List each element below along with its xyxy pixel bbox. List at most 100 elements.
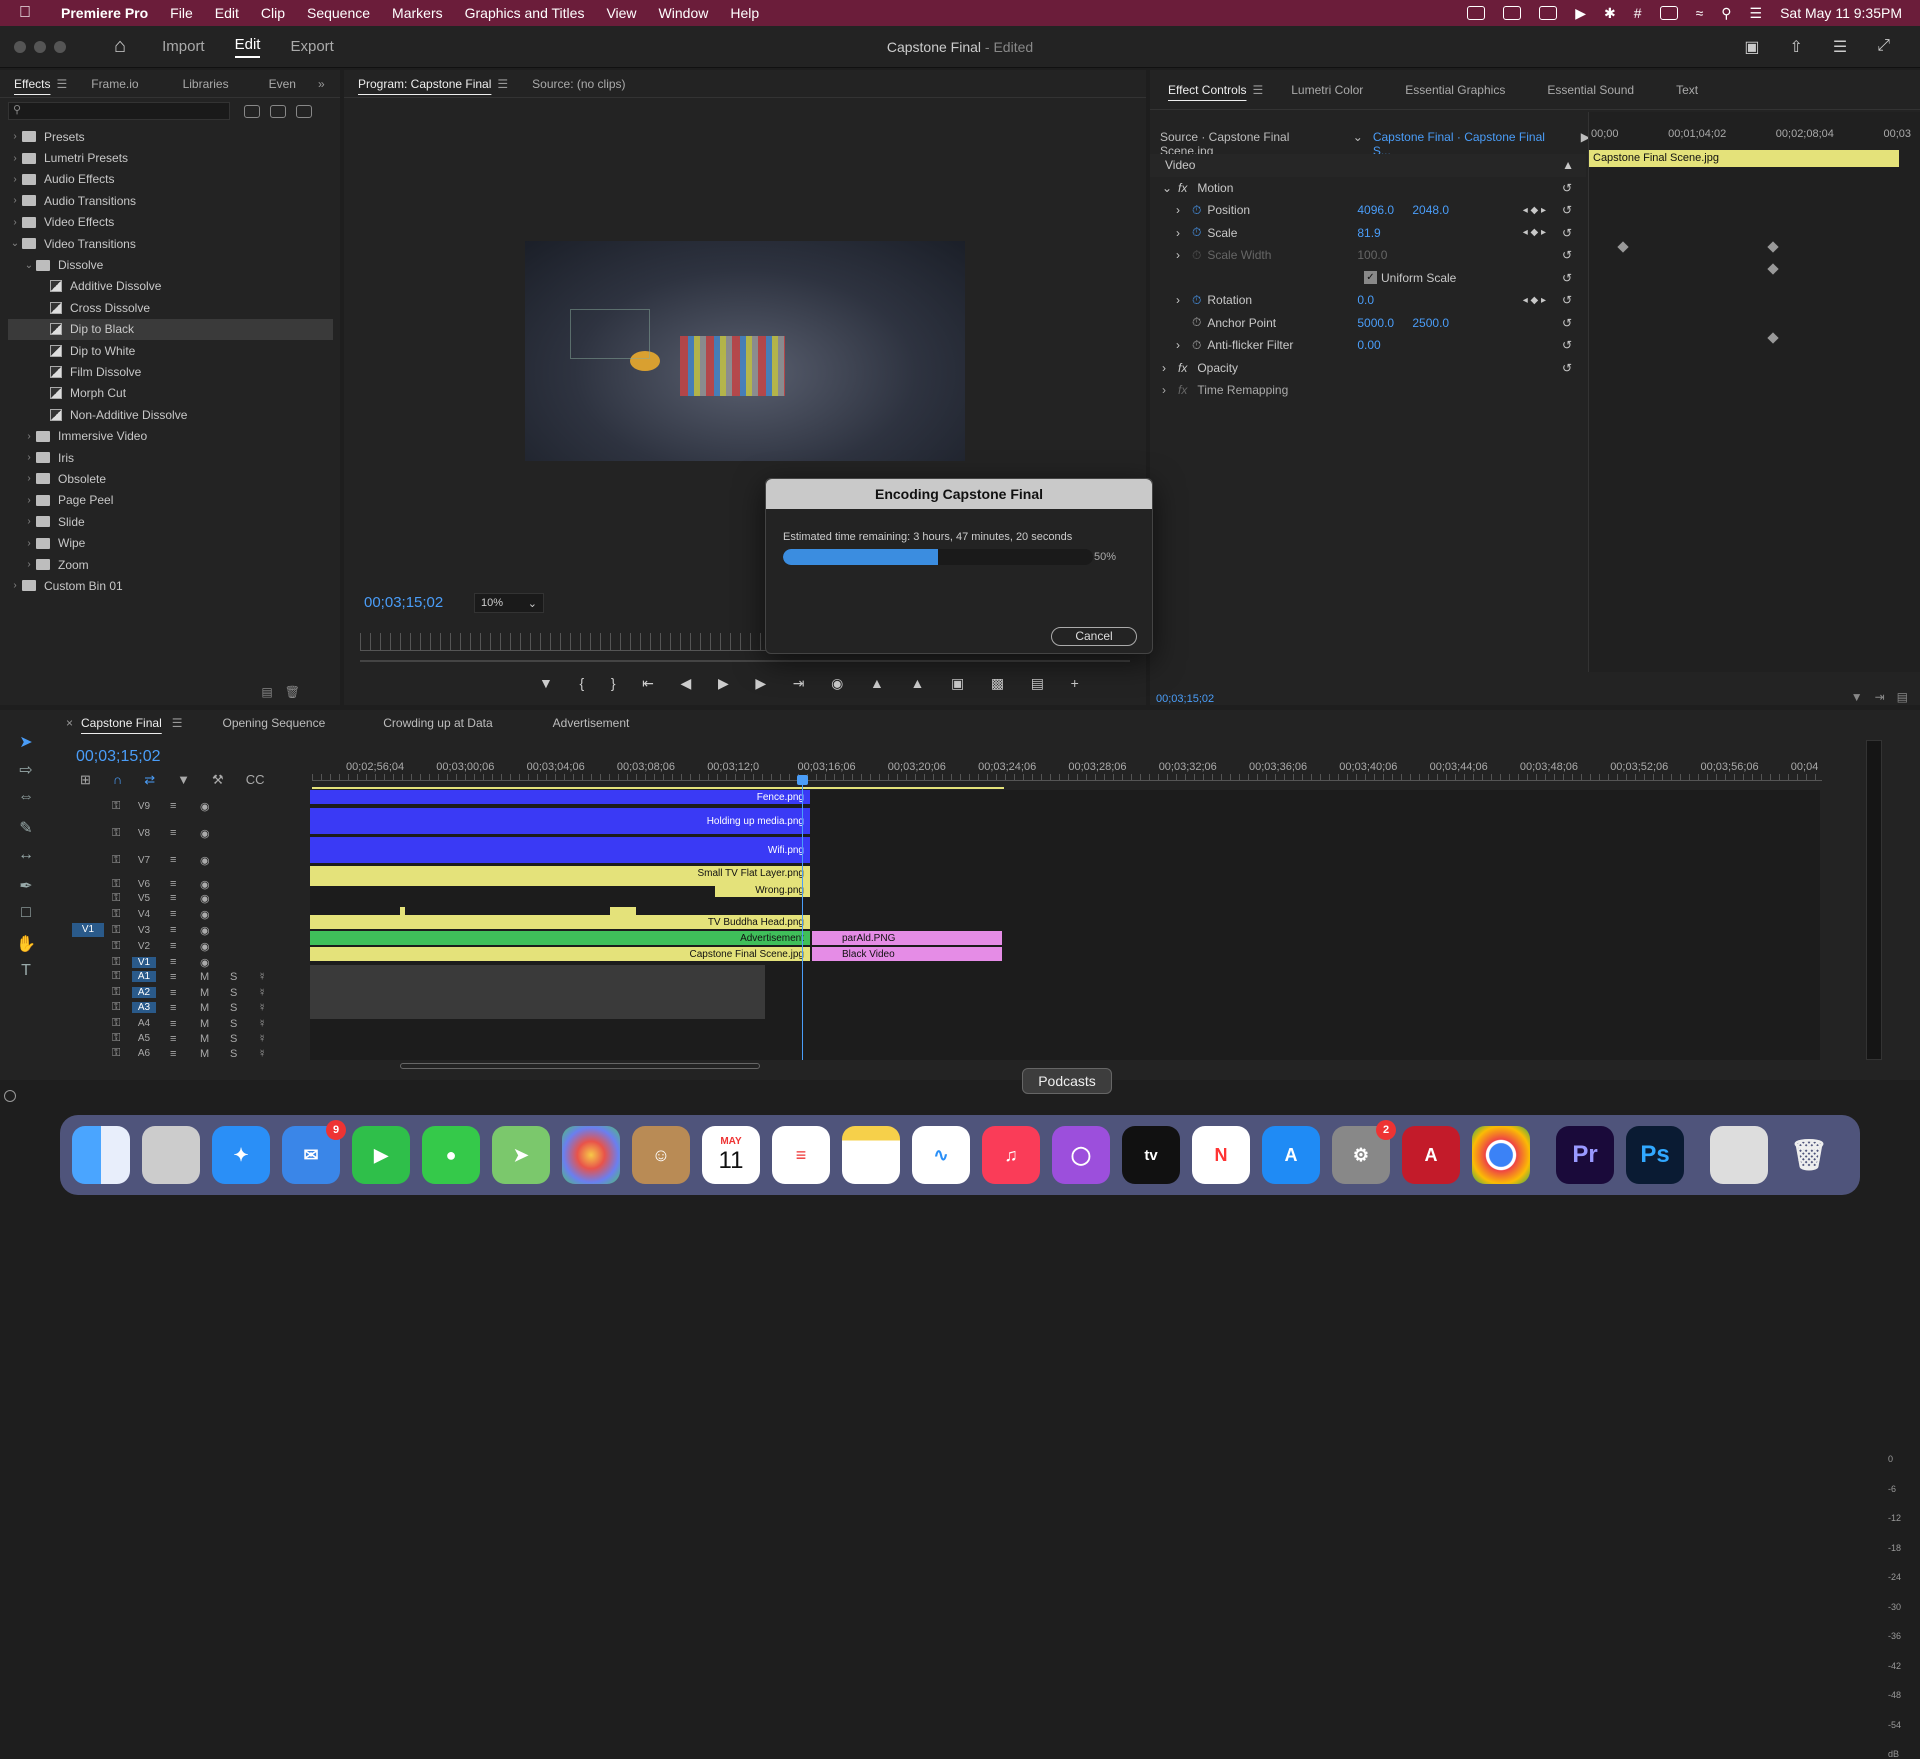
- track-name[interactable]: A5: [132, 1033, 156, 1044]
- creative-cloud-icon[interactable]: [1467, 6, 1486, 20]
- lock-icon[interactable]: ⚿: [112, 800, 132, 813]
- chevron-right-icon[interactable]: ›: [22, 495, 36, 506]
- chevron-right-icon[interactable]: ›: [22, 452, 36, 463]
- mark-in-icon[interactable]: {: [580, 675, 585, 692]
- chevron-right-icon[interactable]: ›: [1176, 293, 1192, 307]
- keyframe-icon[interactable]: [1767, 263, 1779, 275]
- tree-item[interactable]: › Audio Transitions: [8, 190, 333, 211]
- insert-nest-icon[interactable]: ⊞: [80, 772, 91, 788]
- lock-icon[interactable]: ⚿: [112, 956, 132, 969]
- panel-menu-icon[interactable]: ☰: [1252, 83, 1263, 97]
- sync-lock-icon[interactable]: ≡: [170, 892, 200, 904]
- track-select-tool-icon[interactable]: ⇨: [14, 760, 38, 782]
- messages-icon[interactable]: ●: [422, 1126, 480, 1184]
- chevron-right-icon[interactable]: ›: [22, 473, 36, 484]
- linked-selection-icon[interactable]: ⇄: [144, 772, 155, 788]
- tree-item[interactable]: Additive Dissolve: [8, 276, 333, 297]
- sync-lock-icon[interactable]: ≡: [170, 1018, 200, 1030]
- track-name[interactable]: A6: [132, 1048, 156, 1059]
- minimize-window-button[interactable]: [34, 40, 46, 53]
- lock-icon[interactable]: ⚿: [112, 940, 132, 953]
- stopwatch-icon[interactable]: ⏱: [1192, 293, 1201, 308]
- microphone-icon[interactable]: ☿: [258, 971, 266, 983]
- eye-icon[interactable]: ◉: [200, 956, 210, 969]
- menu-help[interactable]: Help: [719, 5, 770, 21]
- tab-crowding-up[interactable]: Crowding up at Data: [383, 716, 492, 730]
- timeline-clip-segment[interactable]: [310, 880, 810, 886]
- uniform-scale-checkbox[interactable]: ✓: [1364, 271, 1377, 285]
- keyframe-icon[interactable]: [1767, 241, 1779, 253]
- stopwatch-icon[interactable]: ⏱: [1192, 225, 1201, 240]
- chevron-right-icon[interactable]: ›: [1176, 203, 1192, 217]
- track-name[interactable]: V8: [132, 828, 156, 839]
- tree-item[interactable]: Non-Additive Dissolve: [8, 404, 333, 425]
- keyframe-nav-icon[interactable]: ◂ ◆ ▸: [1523, 205, 1546, 216]
- tab-program[interactable]: Program: Capstone Final: [344, 77, 505, 91]
- sync-lock-icon[interactable]: ≡: [170, 800, 200, 812]
- share-icon[interactable]: ⇧: [1789, 37, 1802, 57]
- tab-import[interactable]: Import: [162, 38, 205, 55]
- eye-icon[interactable]: ◉: [200, 827, 210, 840]
- premiere-pro-icon[interactable]: Pr: [1556, 1126, 1614, 1184]
- tree-item[interactable]: › Zoom: [8, 554, 333, 575]
- chevron-down-icon[interactable]: ⌄: [22, 260, 36, 271]
- collapse-icon[interactable]: ▲: [1562, 158, 1574, 172]
- audio-track-header[interactable]: ⚿ A5 ≡ M S ☿: [70, 1032, 310, 1045]
- chevron-right-icon[interactable]: ›: [8, 174, 22, 185]
- ec-value-1[interactable]: 4096.0: [1357, 203, 1412, 217]
- razor-tool-icon[interactable]: ✎: [14, 818, 38, 840]
- safari-icon[interactable]: ✦: [212, 1126, 270, 1184]
- downloads-stack-icon[interactable]: [1710, 1126, 1768, 1184]
- tree-item[interactable]: Morph Cut: [8, 383, 333, 404]
- calendar-icon[interactable]: MAY 11: [702, 1126, 760, 1184]
- notes-icon[interactable]: [842, 1126, 900, 1184]
- chevron-down-icon[interactable]: ⌄: [1162, 181, 1178, 195]
- reset-icon[interactable]: ↺: [1562, 181, 1572, 195]
- video-track-header[interactable]: ⚿ V6 ≡ ◉: [70, 877, 310, 891]
- sync-lock-icon[interactable]: ≡: [170, 854, 200, 866]
- menu-file[interactable]: File: [159, 5, 204, 21]
- chevron-right-icon[interactable]: ›: [8, 195, 22, 206]
- tab-essential-graphics[interactable]: Essential Graphics: [1391, 83, 1519, 97]
- sync-lock-icon[interactable]: ≡: [170, 924, 200, 936]
- menu-markers[interactable]: Markers: [381, 5, 454, 21]
- vr-icon[interactable]: ◉: [831, 675, 843, 692]
- ec-timecode[interactable]: 00;03;15;02: [1156, 693, 1214, 705]
- snap-icon[interactable]: ∩: [113, 772, 122, 788]
- tree-item[interactable]: › Custom Bin 01: [8, 575, 333, 596]
- tab-effect-controls[interactable]: Effect Controls: [1154, 83, 1260, 97]
- toggle-icon[interactable]: ▤: [1897, 690, 1908, 704]
- timeline-clip-segment[interactable]: [610, 907, 636, 921]
- mute-button[interactable]: M: [200, 1048, 230, 1060]
- tab-frameio[interactable]: Frame.io: [77, 77, 152, 91]
- cancel-button[interactable]: Cancel: [1051, 627, 1137, 646]
- keyframe-nav-icon[interactable]: ◂ ◆ ▸: [1523, 295, 1546, 306]
- reset-icon[interactable]: ↺: [1562, 316, 1572, 330]
- microphone-icon[interactable]: ☿: [258, 1018, 266, 1030]
- chevron-right-icon[interactable]: ›: [22, 516, 36, 527]
- comparison-view-icon[interactable]: ▩: [991, 675, 1004, 692]
- finder-icon[interactable]: [72, 1126, 130, 1184]
- tree-item[interactable]: › Wipe: [8, 532, 333, 553]
- status-app-icon[interactable]: [1503, 6, 1522, 20]
- fx-icon[interactable]: fx: [1178, 361, 1187, 375]
- solo-button[interactable]: S: [230, 1048, 258, 1060]
- apple-icon[interactable]: : [0, 4, 50, 22]
- eye-icon[interactable]: ◉: [200, 924, 210, 937]
- lift-icon[interactable]: ▲: [870, 675, 884, 692]
- 32bit-effects-icon[interactable]: [270, 104, 286, 118]
- workspaces-icon[interactable]: ☰: [1833, 37, 1847, 57]
- menu-edit[interactable]: Edit: [204, 5, 250, 21]
- video-track-header[interactable]: ⚿ V5 ≡ ◉: [70, 891, 310, 905]
- track-name[interactable]: V1: [132, 956, 156, 968]
- stopwatch-icon[interactable]: ⏱: [1192, 248, 1201, 263]
- menu-clip[interactable]: Clip: [250, 5, 296, 21]
- lock-icon[interactable]: ⚿: [112, 878, 132, 891]
- sync-lock-icon[interactable]: ≡: [170, 971, 200, 983]
- type-tool-icon[interactable]: T: [14, 962, 38, 984]
- audio-track-header[interactable]: ⚿ A2 ≡ M S ☿: [70, 986, 310, 999]
- video-track-header[interactable]: ⚿ V4 ≡ ◉: [70, 907, 310, 921]
- eye-icon[interactable]: ◉: [200, 854, 210, 867]
- tree-item[interactable]: › Slide: [8, 511, 333, 532]
- track-name[interactable]: V6: [132, 879, 156, 890]
